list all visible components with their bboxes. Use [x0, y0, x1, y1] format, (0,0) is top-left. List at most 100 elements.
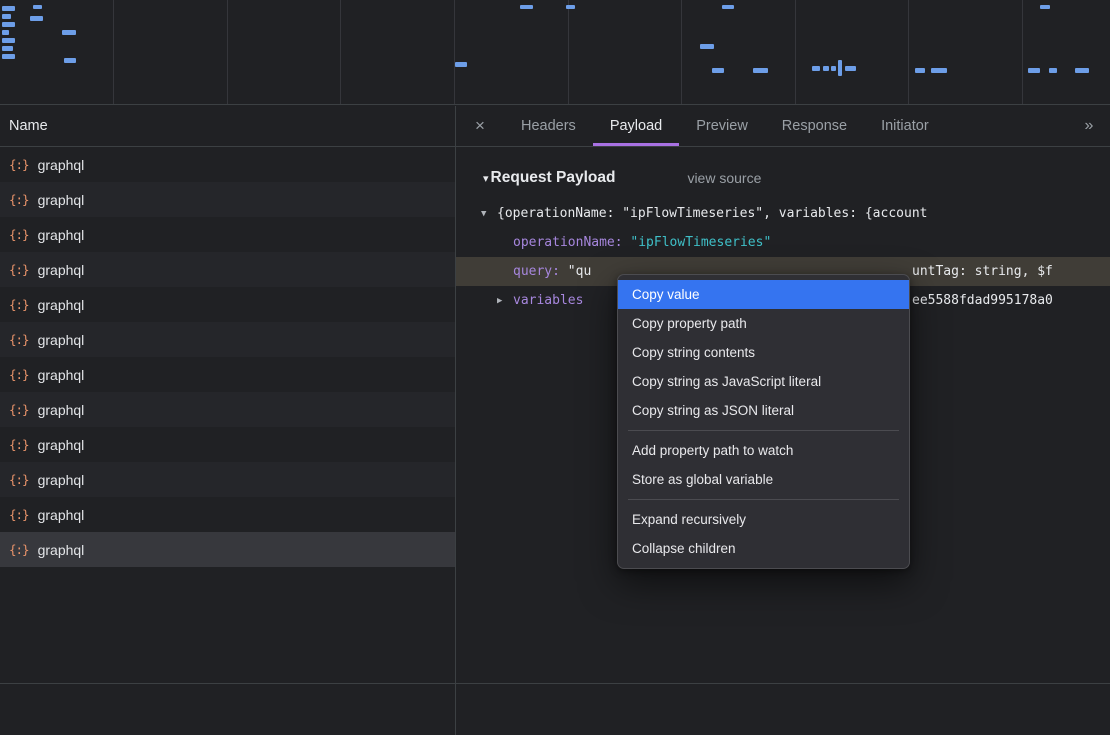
network-activity-bar [2, 22, 15, 27]
request-list: {:} graphql {:} graphql {:} graphql {:} graphql… [0, 147, 455, 567]
devtools-network-panel: Name {:}graphql{:}graphql{:}graphql{:}gr… [0, 0, 1110, 740]
network-activity-bar [931, 68, 947, 73]
payload-operation-row[interactable]: operationName: "ipFlowTimeseries" [456, 228, 1110, 257]
section-expanded-caret-icon: ▾ [483, 172, 489, 185]
request-name-label: graphql [38, 437, 85, 453]
request-name-label: graphql [38, 157, 85, 173]
network-activity-bar [2, 30, 9, 35]
menu-separator [628, 430, 899, 431]
menu-item[interactable]: Copy string as JavaScript literal [618, 367, 909, 396]
timeline-gridline [454, 0, 455, 104]
menu-item[interactable]: Copy value [618, 280, 909, 309]
network-activity-bar [2, 46, 13, 51]
property-key: operationName: [513, 235, 623, 250]
property-value-right: untTag: string, $f [912, 257, 1053, 286]
menu-item[interactable]: Copy property path [618, 309, 909, 338]
request-row[interactable]: {:} graphql [0, 217, 455, 252]
request-name-label: graphql [38, 542, 85, 558]
network-activity-bar [33, 5, 42, 9]
menu-item[interactable]: Collapse children [618, 534, 909, 563]
request-row[interactable]: {:}graphql [0, 392, 455, 427]
property-value: "ipFlowTimeseries" [630, 235, 771, 250]
json-request-icon: {:} [9, 227, 29, 242]
tab-payload[interactable]: Payload [593, 106, 679, 146]
tab-initiator[interactable]: Initiator [864, 106, 946, 146]
tab-strip: HeadersPayloadPreviewResponseInitiator [504, 106, 946, 146]
name-column-header[interactable]: Name [0, 106, 455, 147]
json-request-icon: {:} [9, 157, 29, 172]
request-row[interactable]: {:} graphql [0, 462, 455, 497]
property-key: query: [513, 264, 560, 279]
main-split: Name {:}graphql{:}graphql{:}graphql{:}gr… [0, 106, 1110, 683]
menu-item[interactable]: Store as global variable [618, 465, 909, 494]
network-activity-bar [520, 5, 533, 9]
network-activity-bar [2, 38, 15, 43]
request-row[interactable]: {:} graphql [0, 182, 455, 217]
request-name-label: graphql [38, 262, 85, 278]
tab-preview[interactable]: Preview [679, 106, 765, 146]
menu-separator [628, 499, 899, 500]
request-row[interactable]: {:} graphql [0, 252, 455, 287]
request-name-label: graphql [38, 507, 85, 523]
timeline-gridline [908, 0, 909, 104]
request-name-label: graphql [38, 227, 85, 243]
network-activity-bar [812, 66, 820, 71]
payload-root-row[interactable]: ▼ {operationName: "ipFlowTimeseries", va… [456, 199, 1110, 228]
timeline-gridline [340, 0, 341, 104]
request-list-panel: Name {:}graphql{:}graphql{:}graphql{:}gr… [0, 106, 456, 683]
json-request-icon: {:} [9, 402, 29, 417]
detail-tab-bar: × HeadersPayloadPreviewResponseInitiator… [456, 106, 1110, 147]
request-name-label: graphql [38, 297, 85, 313]
tab-response[interactable]: Response [765, 106, 864, 146]
json-request-icon: {:} [9, 332, 29, 347]
overflow-tabs-icon[interactable]: » [1068, 106, 1110, 146]
menu-item[interactable]: Copy string contents [618, 338, 909, 367]
request-name-label: graphql [38, 472, 85, 488]
request-row[interactable]: {:}graphql [0, 322, 455, 357]
network-activity-bar [831, 66, 836, 71]
request-row[interactable]: {:} graphql [0, 532, 455, 567]
json-request-icon: {:} [9, 262, 29, 277]
property-value-right: ee5588fdad995178a0 [912, 286, 1053, 315]
network-activity-bar [2, 54, 15, 59]
menu-item[interactable]: Expand recursively [618, 505, 909, 534]
network-activity-bar [915, 68, 925, 73]
close-icon[interactable]: × [456, 106, 504, 146]
json-request-icon: {:} [9, 437, 29, 452]
request-payload-section[interactable]: ▾ Request Payload view source [456, 163, 1110, 193]
network-activity-bar [1028, 68, 1040, 73]
view-source-link[interactable]: view source [687, 170, 761, 186]
json-request-icon: {:} [9, 472, 29, 487]
menu-item[interactable]: Add property path to watch [618, 436, 909, 465]
timeline-gridline [795, 0, 796, 104]
expanded-caret-icon: ▼ [481, 200, 486, 228]
menu-item[interactable]: Copy string as JSON literal [618, 396, 909, 425]
json-request-icon: {:} [9, 542, 29, 557]
request-row[interactable]: {:} graphql [0, 427, 455, 462]
timeline-gridline [1022, 0, 1023, 104]
collapsed-caret-icon: ▶ [497, 287, 502, 315]
network-activity-bar [455, 62, 467, 67]
context-menu: Copy valueCopy property pathCopy string … [617, 274, 910, 569]
network-activity-bar [2, 6, 15, 11]
network-activity-bar [1040, 5, 1050, 9]
timeline-overview[interactable] [0, 0, 1110, 105]
request-name-label: graphql [38, 367, 85, 383]
tab-headers[interactable]: Headers [504, 106, 593, 146]
timeline-gridline [113, 0, 114, 104]
property-value-left: "qu [568, 264, 591, 279]
request-row[interactable]: {:} graphql [0, 147, 455, 182]
request-name-label: graphql [38, 192, 85, 208]
json-request-icon: {:} [9, 367, 29, 382]
network-activity-bar [30, 16, 43, 21]
request-row[interactable]: {:}graphql [0, 497, 455, 532]
network-activity-bar [722, 5, 734, 9]
timeline-gridline [227, 0, 228, 104]
request-row[interactable]: {:} graphql [0, 357, 455, 392]
network-activity-bar [2, 14, 11, 19]
network-activity-bar [823, 66, 829, 71]
footer-bar [0, 683, 1110, 735]
json-request-icon: {:} [9, 192, 29, 207]
network-activity-bar [838, 60, 842, 76]
request-row[interactable]: {:}graphql [0, 287, 455, 322]
